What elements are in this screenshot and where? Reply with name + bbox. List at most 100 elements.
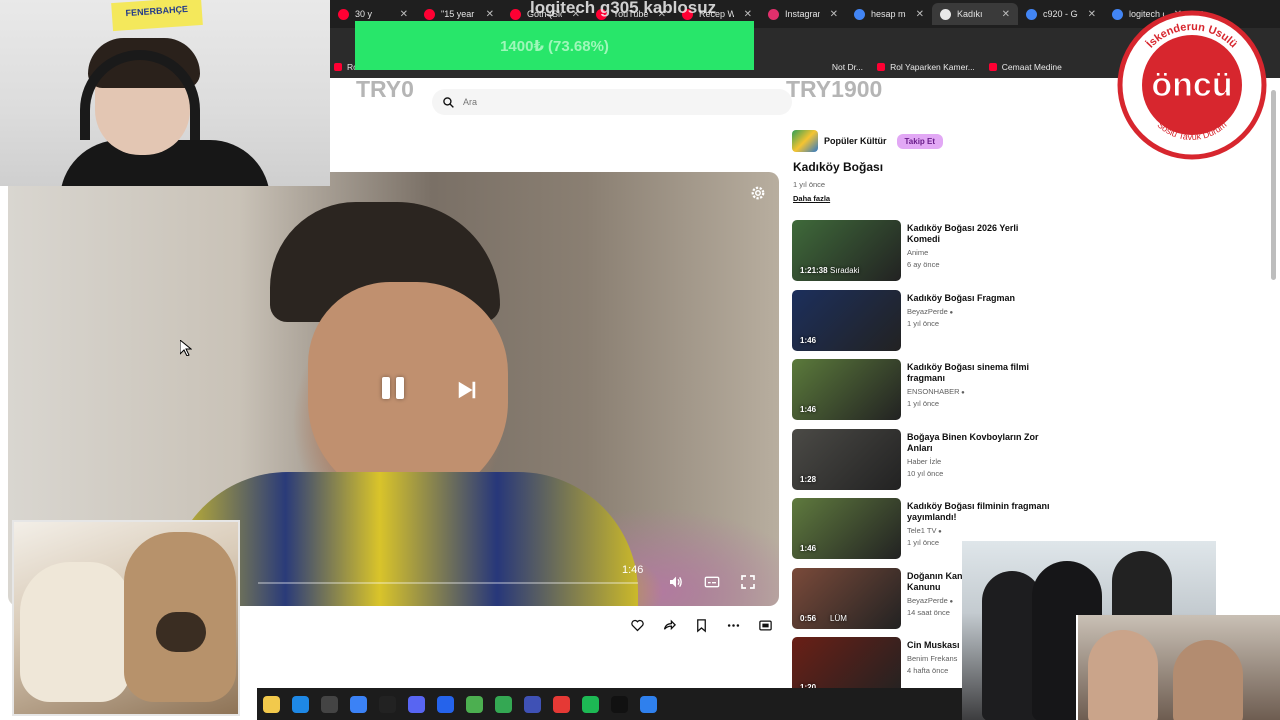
recommendation-channel-label: Haber İzle: [907, 456, 942, 466]
thumbnail-tag: Sıradaki: [830, 266, 860, 275]
tab-close-icon[interactable]: ✕: [830, 9, 838, 20]
recommendation-thumbnail[interactable]: 1:46: [792, 498, 901, 559]
tab-favicon-icon: [1026, 8, 1037, 20]
bookmark-label: Not Dr...: [831, 62, 864, 72]
video-progress-bar[interactable]: [258, 582, 638, 584]
discord-icon[interactable]: [408, 695, 425, 713]
recommendation-title[interactable]: Kadıköy Boğası filminin fragmanı yayımla…: [907, 501, 1053, 523]
follow-button[interactable]: Takip Et: [896, 133, 944, 149]
todo-icon[interactable]: [437, 695, 454, 713]
taskbar: [257, 688, 962, 720]
recommendation-item[interactable]: 1:46 Kadıköy Boğası sinema filmi fragmanı…: [792, 359, 1050, 429]
bookmark-favicon-icon: [877, 63, 886, 71]
capcut-icon[interactable]: [611, 695, 628, 713]
friend-face-2: [1173, 640, 1243, 720]
recommendation-channel-label: Anime: [907, 248, 929, 257]
next-icon[interactable]: [456, 379, 478, 401]
browser-tab[interactable]: Instagram ✕: [760, 3, 846, 25]
recommendation-channel[interactable]: Haber İzle: [907, 457, 1053, 466]
tab-label: 30 y: [355, 9, 373, 19]
pause-icon[interactable]: [382, 377, 404, 403]
captions-icon[interactable]: [704, 574, 720, 590]
search-box[interactable]: [432, 89, 792, 115]
store-icon[interactable]: [350, 695, 367, 713]
browser-tab[interactable]: c920 - Go ✕: [1018, 3, 1104, 25]
streamer-webcam: FENERBAHÇE: [0, 0, 330, 186]
bookmark-favicon-icon: [988, 63, 997, 71]
recommendation-channel[interactable]: Anime: [907, 248, 1053, 257]
mouse-cursor-icon: [180, 340, 192, 356]
share-icon[interactable]: [662, 618, 677, 633]
bookmark-item[interactable]: Not Dr...: [832, 62, 863, 72]
chrome-icon[interactable]: [495, 695, 512, 713]
like-icon[interactable]: [630, 618, 645, 633]
recommendation-channel-label: Benim Frekans: [907, 654, 958, 663]
thumbnail-tag: LÜM: [830, 613, 847, 623]
translate-icon[interactable]: [524, 695, 541, 713]
bookmark-icon[interactable]: [694, 618, 709, 633]
tab-favicon-icon: [854, 8, 865, 20]
cam-sign: FENERBAHÇE: [111, 0, 203, 32]
edge-icon[interactable]: [292, 695, 309, 713]
tab-close-icon[interactable]: ✕: [744, 9, 752, 20]
thumbnail-duration: 1:46: [800, 405, 817, 414]
more-icon[interactable]: [726, 618, 741, 633]
verified-icon: ●: [936, 529, 942, 535]
goal-title: logitech g305 kablosuz: [530, 0, 717, 17]
recommendation-thumbnail[interactable]: 0:56 LÜM: [792, 567, 901, 629]
minecraft-icon[interactable]: [466, 695, 483, 713]
tab-close-icon[interactable]: ✕: [1088, 9, 1096, 20]
recommendation-channel[interactable]: ENSONHABER ●: [907, 387, 1053, 396]
recommendation-item[interactable]: 1:28 Boğaya Binen Kovboyların Zor Anları H…: [792, 428, 1053, 499]
thumbnail-duration: 1:46: [800, 544, 817, 553]
verified-icon: ●: [959, 390, 965, 396]
recommendation-item[interactable]: 1:21:38 Sıradaki Kadıköy Boğası 2026 Yerli…: [792, 220, 1050, 290]
friend-face-1: [1088, 630, 1158, 720]
recommendation-channel[interactable]: BeyazPerde ●: [907, 307, 1053, 316]
recommendation-info: Boğaya Binen Kovboyların Zor Anları Haber…: [907, 429, 1053, 499]
fullscreen-icon[interactable]: [740, 574, 756, 590]
recommendation-thumbnail[interactable]: 1:21:38 Sıradaki: [792, 220, 901, 281]
tab-close-icon[interactable]: ✕: [486, 9, 494, 20]
steam-icon[interactable]: [379, 695, 396, 713]
channel-avatar[interactable]: [792, 130, 818, 152]
search-input[interactable]: [463, 97, 763, 107]
files-icon[interactable]: [263, 695, 280, 713]
recommendation-channel-label: BeyazPerde: [907, 595, 948, 605]
app-red-icon[interactable]: [553, 695, 570, 713]
bookmark-item[interactable]: Rol Yaparken Kamer...: [877, 62, 975, 72]
video-age: 1 yıl önce: [793, 180, 826, 189]
recommendation-channel[interactable]: Tele1 TV ●: [907, 526, 1053, 535]
recommendation-item[interactable]: 1:46 Kadıköy Boğası Fragman BeyazPerde ● 1 …: [792, 289, 1053, 360]
recommendation-title[interactable]: Kadıköy Boğası sinema filmi fragmanı: [907, 362, 1053, 384]
tab-close-icon[interactable]: ✕: [1002, 9, 1010, 20]
settings-app-icon[interactable]: [640, 695, 657, 713]
recommendation-info: Kadıköy Boğası 2026 Yerli Komedi Anime 6 a…: [907, 220, 1053, 290]
recommendation-thumbnail[interactable]: 1:46: [792, 359, 901, 420]
recommendation-title[interactable]: Kadıköy Boğası Fragman: [907, 293, 1053, 304]
volume-icon[interactable]: [668, 574, 684, 590]
sponsor-logo: İskenderun Usulü öncü Soslu Tavuk Dürüm: [1117, 10, 1267, 160]
thumbnail-duration: 1:46: [800, 335, 817, 345]
recommendation-thumbnail[interactable]: 1:46: [792, 289, 901, 351]
more-link[interactable]: Daha fazla: [793, 194, 830, 203]
spotify-icon[interactable]: [582, 695, 599, 713]
page-scrollbar[interactable]: [1271, 90, 1276, 280]
video-actions: [630, 618, 773, 633]
tab-close-icon[interactable]: ✕: [400, 9, 408, 20]
tab-close-icon[interactable]: ✕: [916, 9, 924, 20]
friends-webcam-2: [1076, 615, 1280, 720]
miniplayer-icon[interactable]: [758, 618, 773, 633]
notes-icon[interactable]: [321, 695, 338, 713]
bookmark-item[interactable]: Cemaat Medine: [988, 62, 1062, 72]
channel-name[interactable]: Popüler Kültür: [824, 136, 887, 146]
verified-icon: ●: [947, 598, 954, 605]
browser-tab[interactable]: hesap ma ✕: [846, 3, 932, 25]
thumbnail-duration: 1:28: [800, 474, 817, 484]
recommendation-title[interactable]: Kadıköy Boğası 2026 Yerli Komedi: [907, 223, 1053, 245]
recommendation-title[interactable]: Boğaya Binen Kovboyların Zor Anları: [907, 432, 1053, 454]
tab-label: Kadıkı: [957, 9, 983, 19]
settings-icon[interactable]: [749, 184, 767, 202]
recommendation-thumbnail[interactable]: 1:28: [792, 428, 901, 490]
browser-tab[interactable]: Kadıkı ✕: [932, 3, 1018, 25]
